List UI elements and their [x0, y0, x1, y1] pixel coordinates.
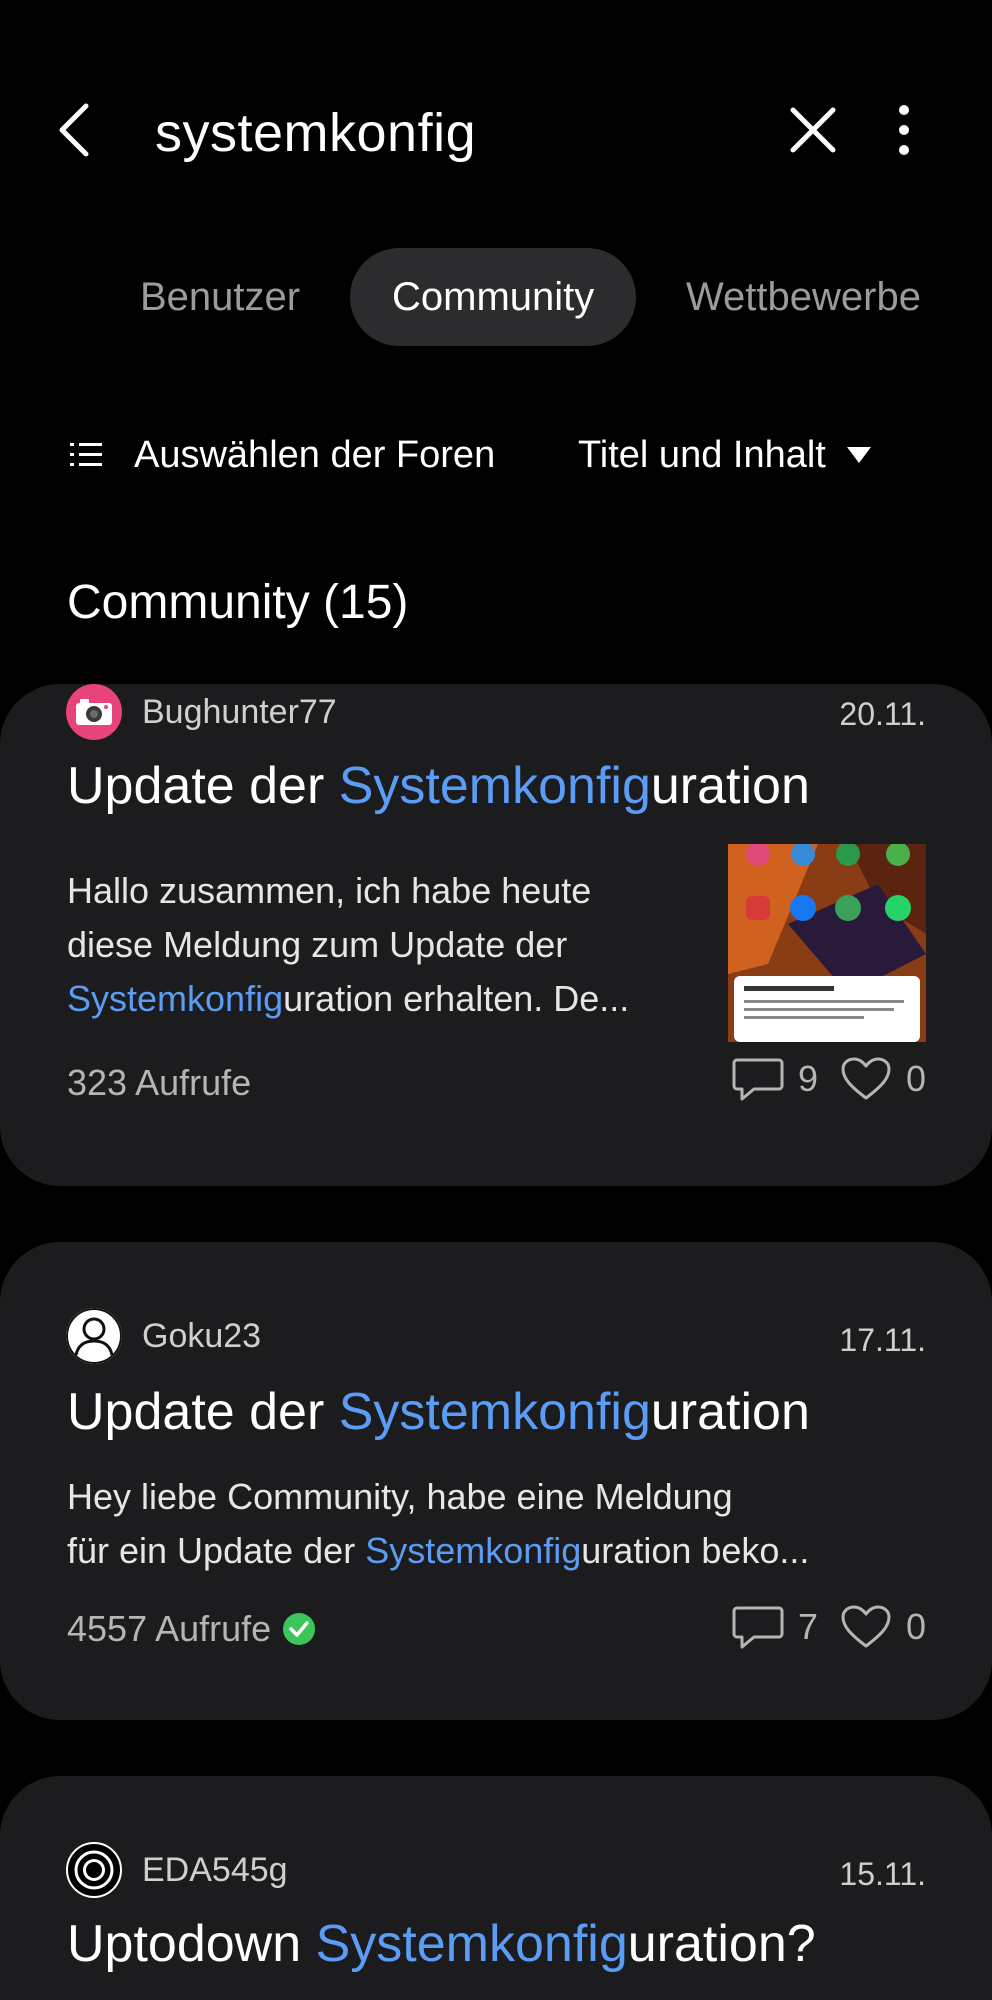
search-scope-dropdown[interactable]: Titel und Inhalt [578, 420, 872, 490]
camera-icon [76, 699, 112, 725]
comment-icon [732, 1606, 784, 1649]
clear-search-button[interactable] [785, 102, 841, 158]
post-title-text: uration [650, 757, 810, 815]
like-count: 0 [905, 1058, 926, 1099]
post-card[interactable]: EDA545g 15.11. Uptodown Systemkonfigurat… [0, 1776, 992, 2000]
app-root: systemkonfig Benutzer Community Wettbewe… [0, 0, 992, 2000]
excerpt-line: diese Meldung zum Update der [67, 924, 568, 965]
post-card[interactable]: Goku23 17.11. Update der Systemkonfigura… [0, 1242, 992, 1720]
avatar [66, 1308, 122, 1364]
like-count: 0 [905, 1606, 926, 1647]
post-card[interactable]: Bughunter77 20.11. Update der Systemkonf… [0, 684, 992, 1186]
post-title-text: uration? [627, 1915, 816, 1973]
excerpt-line: Hallo zusammen, ich habe heute [67, 870, 592, 911]
avatar [66, 1842, 122, 1898]
ring-avatar-icon [74, 1850, 114, 1890]
section-title: Community (15) [67, 576, 409, 629]
post-title: Update der Systemkonfiguration [67, 1382, 810, 1442]
post-title-text: Uptodown [67, 1915, 316, 1973]
search-highlight: Systemkonfig [365, 1530, 582, 1571]
post-title-text: Update der [67, 1383, 339, 1441]
post-author[interactable]: Goku23 [66, 1308, 261, 1364]
view-count: 323 Aufrufe [67, 1062, 252, 1103]
post-author[interactable]: Bughunter77 [66, 684, 337, 740]
forum-select-button[interactable]: Auswählen der Foren [68, 420, 495, 490]
comment-count: 7 [797, 1606, 818, 1647]
view-count: 4557 Aufrufe [67, 1608, 317, 1650]
more-options-button[interactable] [880, 102, 928, 158]
avatar [66, 684, 122, 740]
post-author[interactable]: EDA545g [66, 1842, 288, 1898]
post-stats: 9 0 [732, 1056, 926, 1102]
back-arrow-icon [59, 103, 89, 157]
filter-row: Auswählen der Foren Titel und Inhalt [0, 420, 992, 490]
tabs-fade-overlay [922, 248, 992, 346]
search-scope-label: Titel und Inhalt [578, 433, 826, 476]
search-highlight: Systemkonfig [338, 757, 651, 815]
tab-wettbewerbe[interactable]: Wettbewerbe [686, 248, 921, 346]
post-stats: 7 0 [732, 1604, 926, 1650]
excerpt-text: für ein Update der [67, 1530, 366, 1571]
author-name: Goku23 [142, 1316, 262, 1355]
post-title-text: Update der [67, 757, 339, 815]
back-button[interactable] [50, 100, 110, 160]
caret-down-icon [846, 447, 871, 463]
thumbnail-screenshot [728, 844, 926, 1042]
heart-icon[interactable] [840, 1604, 892, 1650]
search-query-text[interactable]: systemkonfig [155, 102, 476, 164]
list-icon [70, 443, 102, 466]
more-vertical-icon [899, 105, 909, 155]
excerpt-line: Hey liebe Community, habe eine Meldung [67, 1476, 733, 1517]
excerpt-text: uration beko... [581, 1530, 810, 1571]
user-silhouette-icon [66, 1308, 122, 1364]
post-excerpt: Hallo zusammen, ich habe heute diese Mel… [67, 864, 707, 1026]
excerpt-line: für ein Update der Systemkonfiguration b… [67, 1524, 937, 1578]
comment-count: 9 [797, 1058, 818, 1099]
post-date: 20.11. [839, 696, 926, 732]
post-date: 17.11. [839, 1322, 926, 1358]
post-excerpt: Hey liebe Community, habe eine Meldung f… [67, 1470, 937, 1578]
view-count-text: 4557 Aufrufe [67, 1608, 272, 1649]
post-thumbnail[interactable] [728, 844, 926, 1042]
post-title: Uptodown Systemkonfiguration? [67, 1914, 816, 1974]
author-name: Bughunter77 [142, 692, 337, 731]
post-title: Update der Systemkonfiguration [67, 756, 810, 816]
excerpt-line: Systemkonfiguration erhalten. De... [67, 972, 707, 1026]
search-highlight: Systemkonfig [338, 1383, 651, 1441]
tab-benutzer[interactable]: Benutzer [140, 248, 300, 346]
search-header: systemkonfig [0, 80, 992, 180]
tab-community[interactable]: Community [350, 248, 637, 346]
excerpt-text: uration erhalten. De... [283, 978, 630, 1019]
forum-select-label: Auswählen der Foren [134, 433, 496, 476]
author-name: EDA545g [142, 1850, 288, 1889]
search-highlight: Systemkonfig [67, 978, 284, 1019]
heart-icon[interactable] [840, 1056, 892, 1102]
close-icon [790, 107, 836, 153]
post-date: 15.11. [839, 1856, 926, 1892]
search-category-tabs: Benutzer Community Wettbewerbe [0, 248, 992, 346]
solved-check-icon [283, 1613, 316, 1645]
post-title-text: uration [650, 1383, 810, 1441]
search-highlight: Systemkonfig [315, 1915, 628, 1973]
comment-icon [732, 1058, 784, 1101]
